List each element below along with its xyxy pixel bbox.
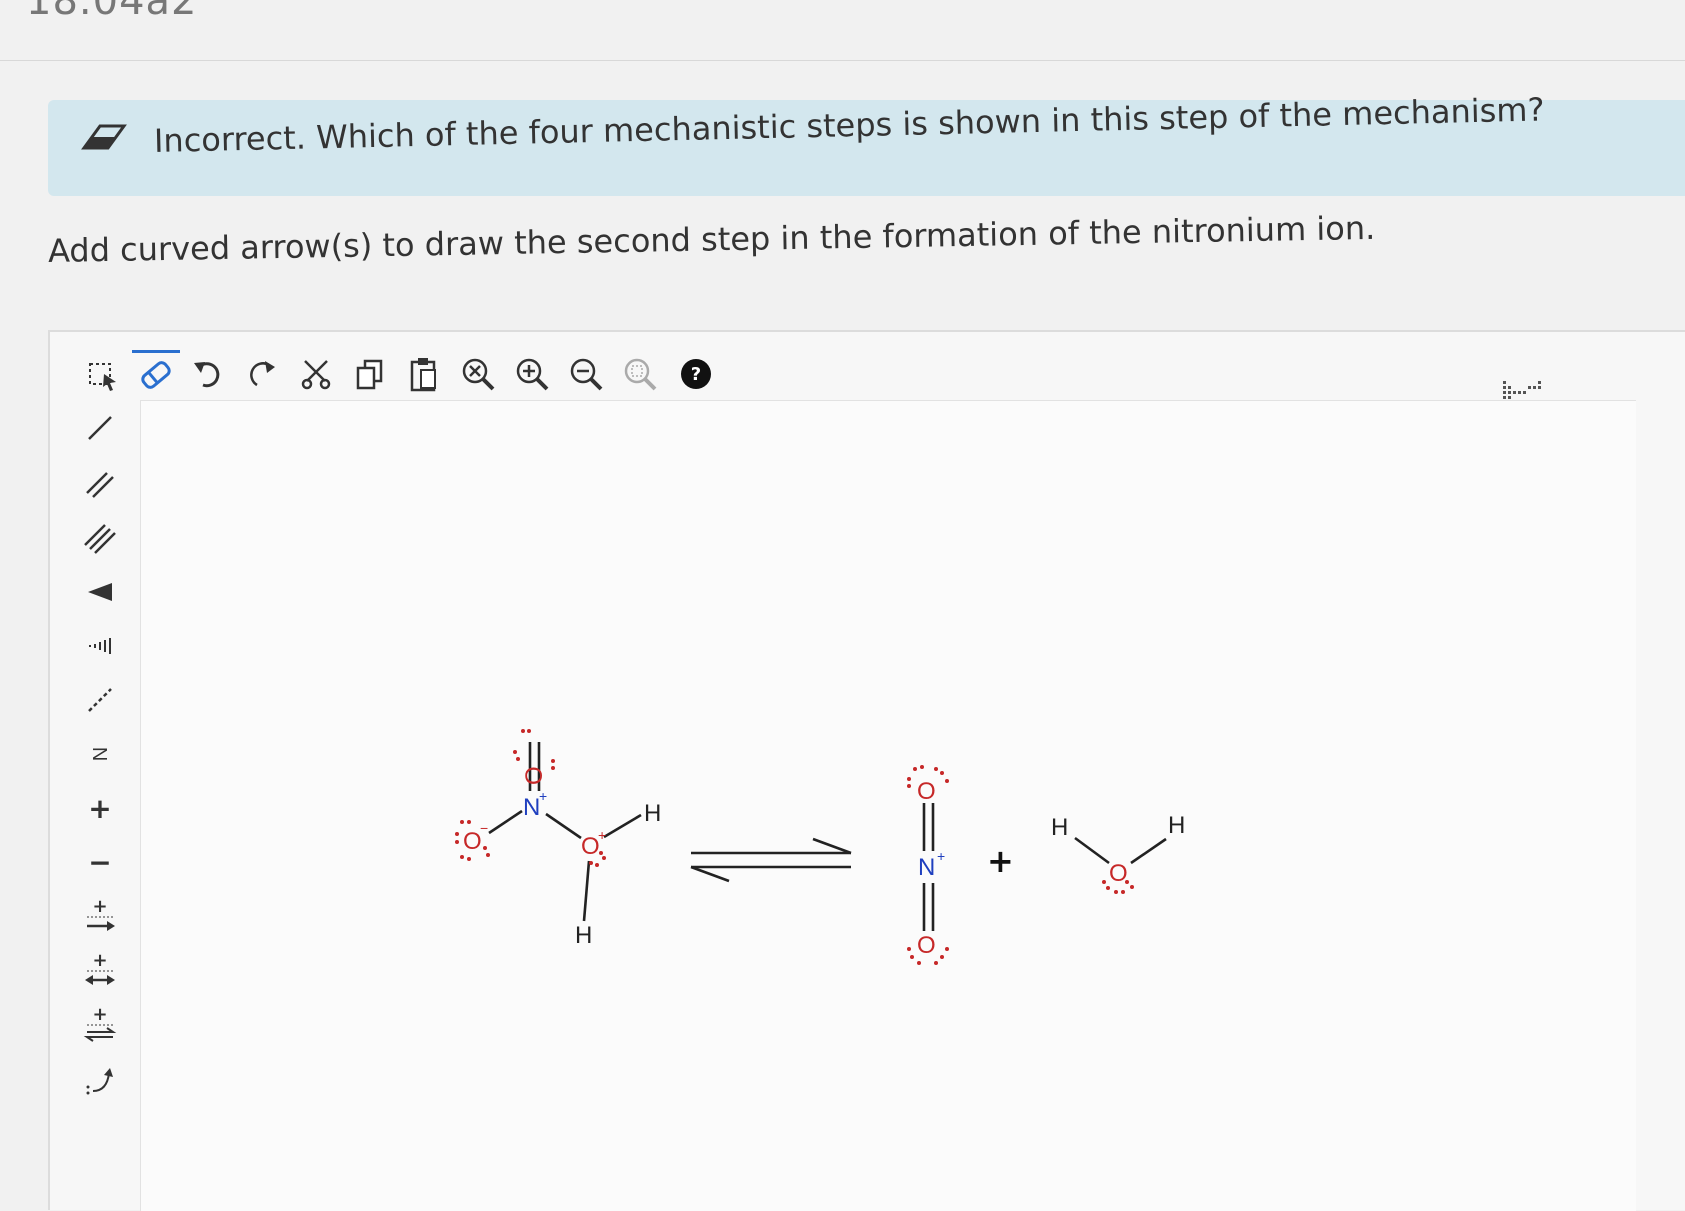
select-tool-icon[interactable] bbox=[84, 356, 124, 396]
product1-bottom-oxygen: O bbox=[917, 932, 936, 959]
water-oxygen: O bbox=[1109, 860, 1128, 887]
svg-text:?: ? bbox=[691, 364, 701, 385]
reactant-h-bottom: H bbox=[575, 922, 592, 949]
minus-label: − bbox=[88, 845, 112, 879]
product1-n-charge: + bbox=[937, 848, 945, 864]
resonance-arrow-tool-icon[interactable]: + bbox=[76, 946, 124, 994]
svg-text:+: + bbox=[92, 950, 107, 971]
reactant-right-o-charge: + bbox=[598, 827, 606, 843]
redo-icon[interactable] bbox=[242, 354, 282, 394]
copy-icon[interactable] bbox=[350, 354, 390, 394]
svg-text:+: + bbox=[92, 896, 107, 917]
reactant-nitrogen: N bbox=[523, 794, 540, 821]
eraser-icon[interactable] bbox=[132, 350, 180, 397]
undo-icon[interactable] bbox=[188, 354, 228, 394]
zoom-in-icon[interactable] bbox=[512, 354, 554, 396]
reactant-left-oxygen: O bbox=[463, 828, 482, 855]
assignment-label: 18.04a2 bbox=[26, 0, 198, 24]
single-bond-icon[interactable] bbox=[76, 404, 124, 452]
feedback-message: Incorrect. Which of the four mechanistic… bbox=[154, 90, 1545, 160]
water-h-left: H bbox=[1051, 814, 1068, 841]
reaction-diagram: O N + O − O + H H O N + O + H O H bbox=[455, 729, 1185, 965]
svg-text:+: + bbox=[92, 1004, 107, 1025]
clear-icon[interactable] bbox=[458, 354, 500, 396]
feedback-banner: Incorrect. Which of the four mechanistic… bbox=[48, 90, 1685, 196]
svg-text:N: N bbox=[90, 747, 112, 761]
paste-icon[interactable] bbox=[404, 354, 444, 394]
product1-nitrogen: N bbox=[918, 854, 935, 881]
equilibrium-arrow-tool-icon[interactable]: + bbox=[76, 1000, 124, 1048]
hash-bond-icon[interactable] bbox=[76, 622, 124, 670]
plus-label: + bbox=[88, 791, 112, 825]
double-bond-icon[interactable] bbox=[76, 460, 124, 508]
structure-editor: ? N + − + + + H C N O P S F bbox=[48, 330, 1685, 1211]
triple-bond-icon[interactable] bbox=[76, 514, 124, 562]
reaction-plus-sign: + bbox=[987, 842, 1014, 880]
drawing-canvas[interactable]: O N + O − O + H H O N + O + H O H bbox=[140, 400, 1636, 1211]
zoom-out-icon[interactable] bbox=[566, 354, 608, 396]
reactant-h-right: H bbox=[644, 800, 661, 827]
reactant-top-oxygen: O bbox=[521, 766, 548, 785]
positive-charge-icon[interactable]: + bbox=[76, 784, 124, 832]
wedge-bond-icon[interactable] bbox=[76, 568, 124, 616]
eraser-icon bbox=[78, 118, 130, 158]
help-icon[interactable]: ? bbox=[676, 354, 716, 394]
reactant-right-oxygen: O bbox=[581, 833, 600, 860]
reactant-n-charge: + bbox=[539, 788, 547, 804]
reactant-left-o-charge: − bbox=[480, 820, 488, 836]
cut-icon[interactable] bbox=[296, 354, 336, 394]
chain-tool-icon[interactable]: N bbox=[76, 730, 124, 778]
dashed-bond-icon[interactable] bbox=[76, 676, 124, 724]
product1-top-oxygen: O bbox=[917, 778, 936, 805]
arrow-tool-icon[interactable]: + bbox=[76, 892, 124, 940]
feedback-question: Which of the four mechanistic steps is s… bbox=[315, 90, 1545, 157]
negative-charge-icon[interactable]: − bbox=[76, 838, 124, 886]
feedback-status: Incorrect. bbox=[153, 118, 307, 160]
curved-arrow-tool-icon[interactable] bbox=[76, 1058, 124, 1106]
water-h-right: H bbox=[1168, 812, 1185, 839]
header-divider bbox=[0, 60, 1685, 61]
instruction-text: Add curved arrow(s) to draw the second s… bbox=[47, 208, 1376, 270]
zoom-fit-icon[interactable] bbox=[620, 354, 662, 396]
